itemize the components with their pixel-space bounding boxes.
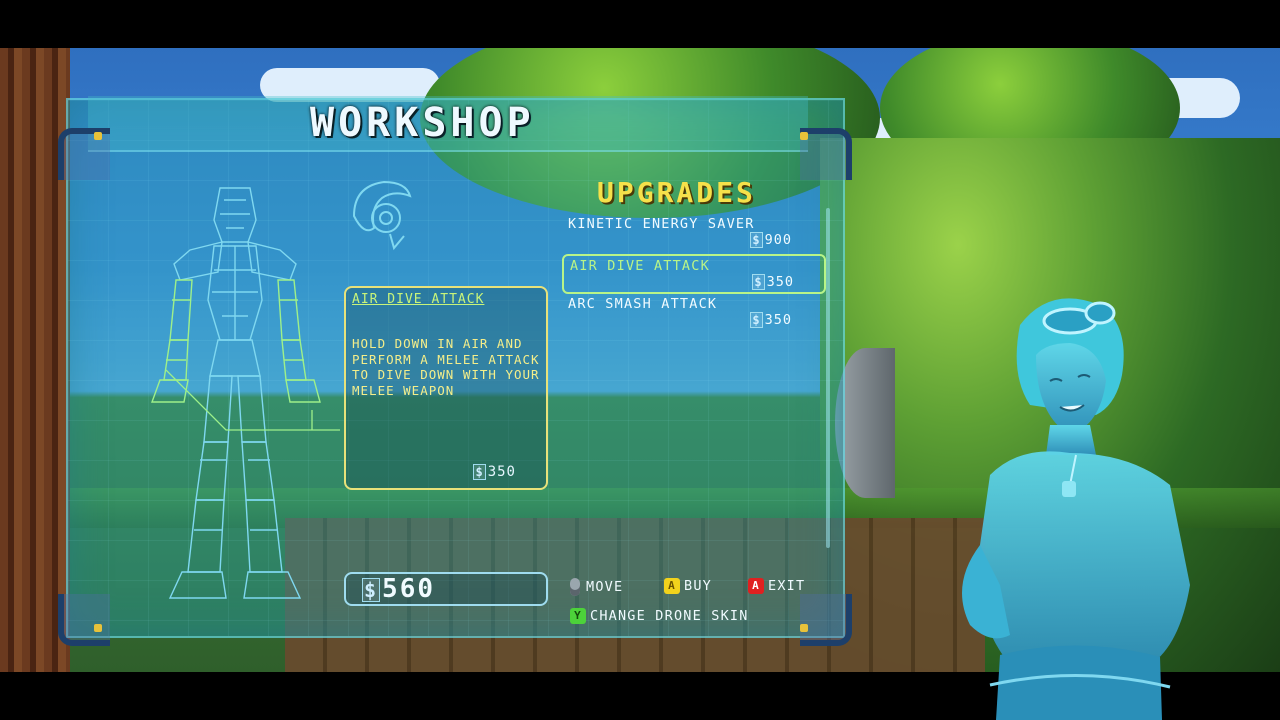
upgrade-detail-box: AIR DIVE ATTACK HOLD DOWN IN AIR AND PER…: [344, 286, 548, 490]
detail-price: $350: [473, 464, 516, 480]
upgrade-name: ARC SMASH ATTACK: [568, 296, 718, 312]
detail-description: HOLD DOWN IN AIR AND PERFORM A MELEE ATT…: [352, 336, 540, 398]
stick-icon: [570, 578, 580, 596]
a-button-icon: A: [748, 578, 764, 594]
upgrade-name: AIR DIVE ATTACK: [570, 258, 710, 274]
money-box: $560: [344, 572, 548, 606]
upgrades-heading: UPGRADES: [597, 176, 756, 209]
control-exit-label: EXIT: [768, 578, 806, 594]
upgrades-scrollbar[interactable]: [826, 208, 830, 548]
upgrade-price: $350: [752, 274, 794, 290]
upgrade-price-value: 350: [766, 274, 794, 290]
currency-icon: $: [750, 312, 763, 328]
a-button-icon: A: [664, 578, 680, 594]
currency-icon: $: [752, 274, 765, 290]
control-change-drone-skin[interactable]: Y CHANGE DRONE SKIN: [570, 608, 749, 624]
control-change-skin-label: CHANGE DRONE SKIN: [590, 608, 749, 624]
currency-icon: $: [362, 578, 381, 602]
upgrade-item-arc-smash-attack[interactable]: ARC SMASH ATTACK $350: [562, 294, 822, 330]
control-move: MOVE: [570, 578, 623, 596]
drone-icon: [352, 180, 412, 251]
upgrade-item-air-dive-attack[interactable]: AIR DIVE ATTACK $350: [562, 254, 826, 294]
currency-icon: $: [750, 232, 763, 248]
control-buy-label: BUY: [684, 578, 712, 594]
detail-title: AIR DIVE ATTACK: [352, 292, 485, 307]
page-title: WORKSHOP: [310, 100, 535, 146]
upgrade-price: $900: [750, 232, 792, 248]
control-move-label: MOVE: [586, 579, 624, 595]
upgrade-price-value: 350: [764, 312, 792, 328]
upgrade-price: $350: [750, 312, 792, 328]
mechanic-character-portrait: [962, 298, 1190, 720]
upgrade-price-value: 900: [764, 232, 792, 248]
money-display: $560: [362, 574, 435, 604]
money-value: 560: [382, 574, 436, 604]
mech-blueprint: [151, 187, 340, 599]
y-button-icon: Y: [570, 608, 586, 624]
frame-corner-top-left: [58, 128, 110, 180]
upgrade-item-kinetic-energy-saver[interactable]: KINETIC ENERGY SAVER $900: [562, 214, 822, 250]
frame-corner-top-right: [800, 128, 852, 180]
detail-price-value: 350: [487, 464, 516, 480]
control-buy[interactable]: A BUY: [664, 578, 712, 594]
letterbox-top: [0, 0, 1280, 48]
frame-corner-bottom-left: [58, 594, 110, 646]
frame-corner-bottom-right: [800, 594, 852, 646]
control-exit[interactable]: A EXIT: [748, 578, 805, 594]
upgrade-name: KINETIC ENERGY SAVER: [568, 216, 755, 232]
currency-icon: $: [473, 464, 486, 480]
